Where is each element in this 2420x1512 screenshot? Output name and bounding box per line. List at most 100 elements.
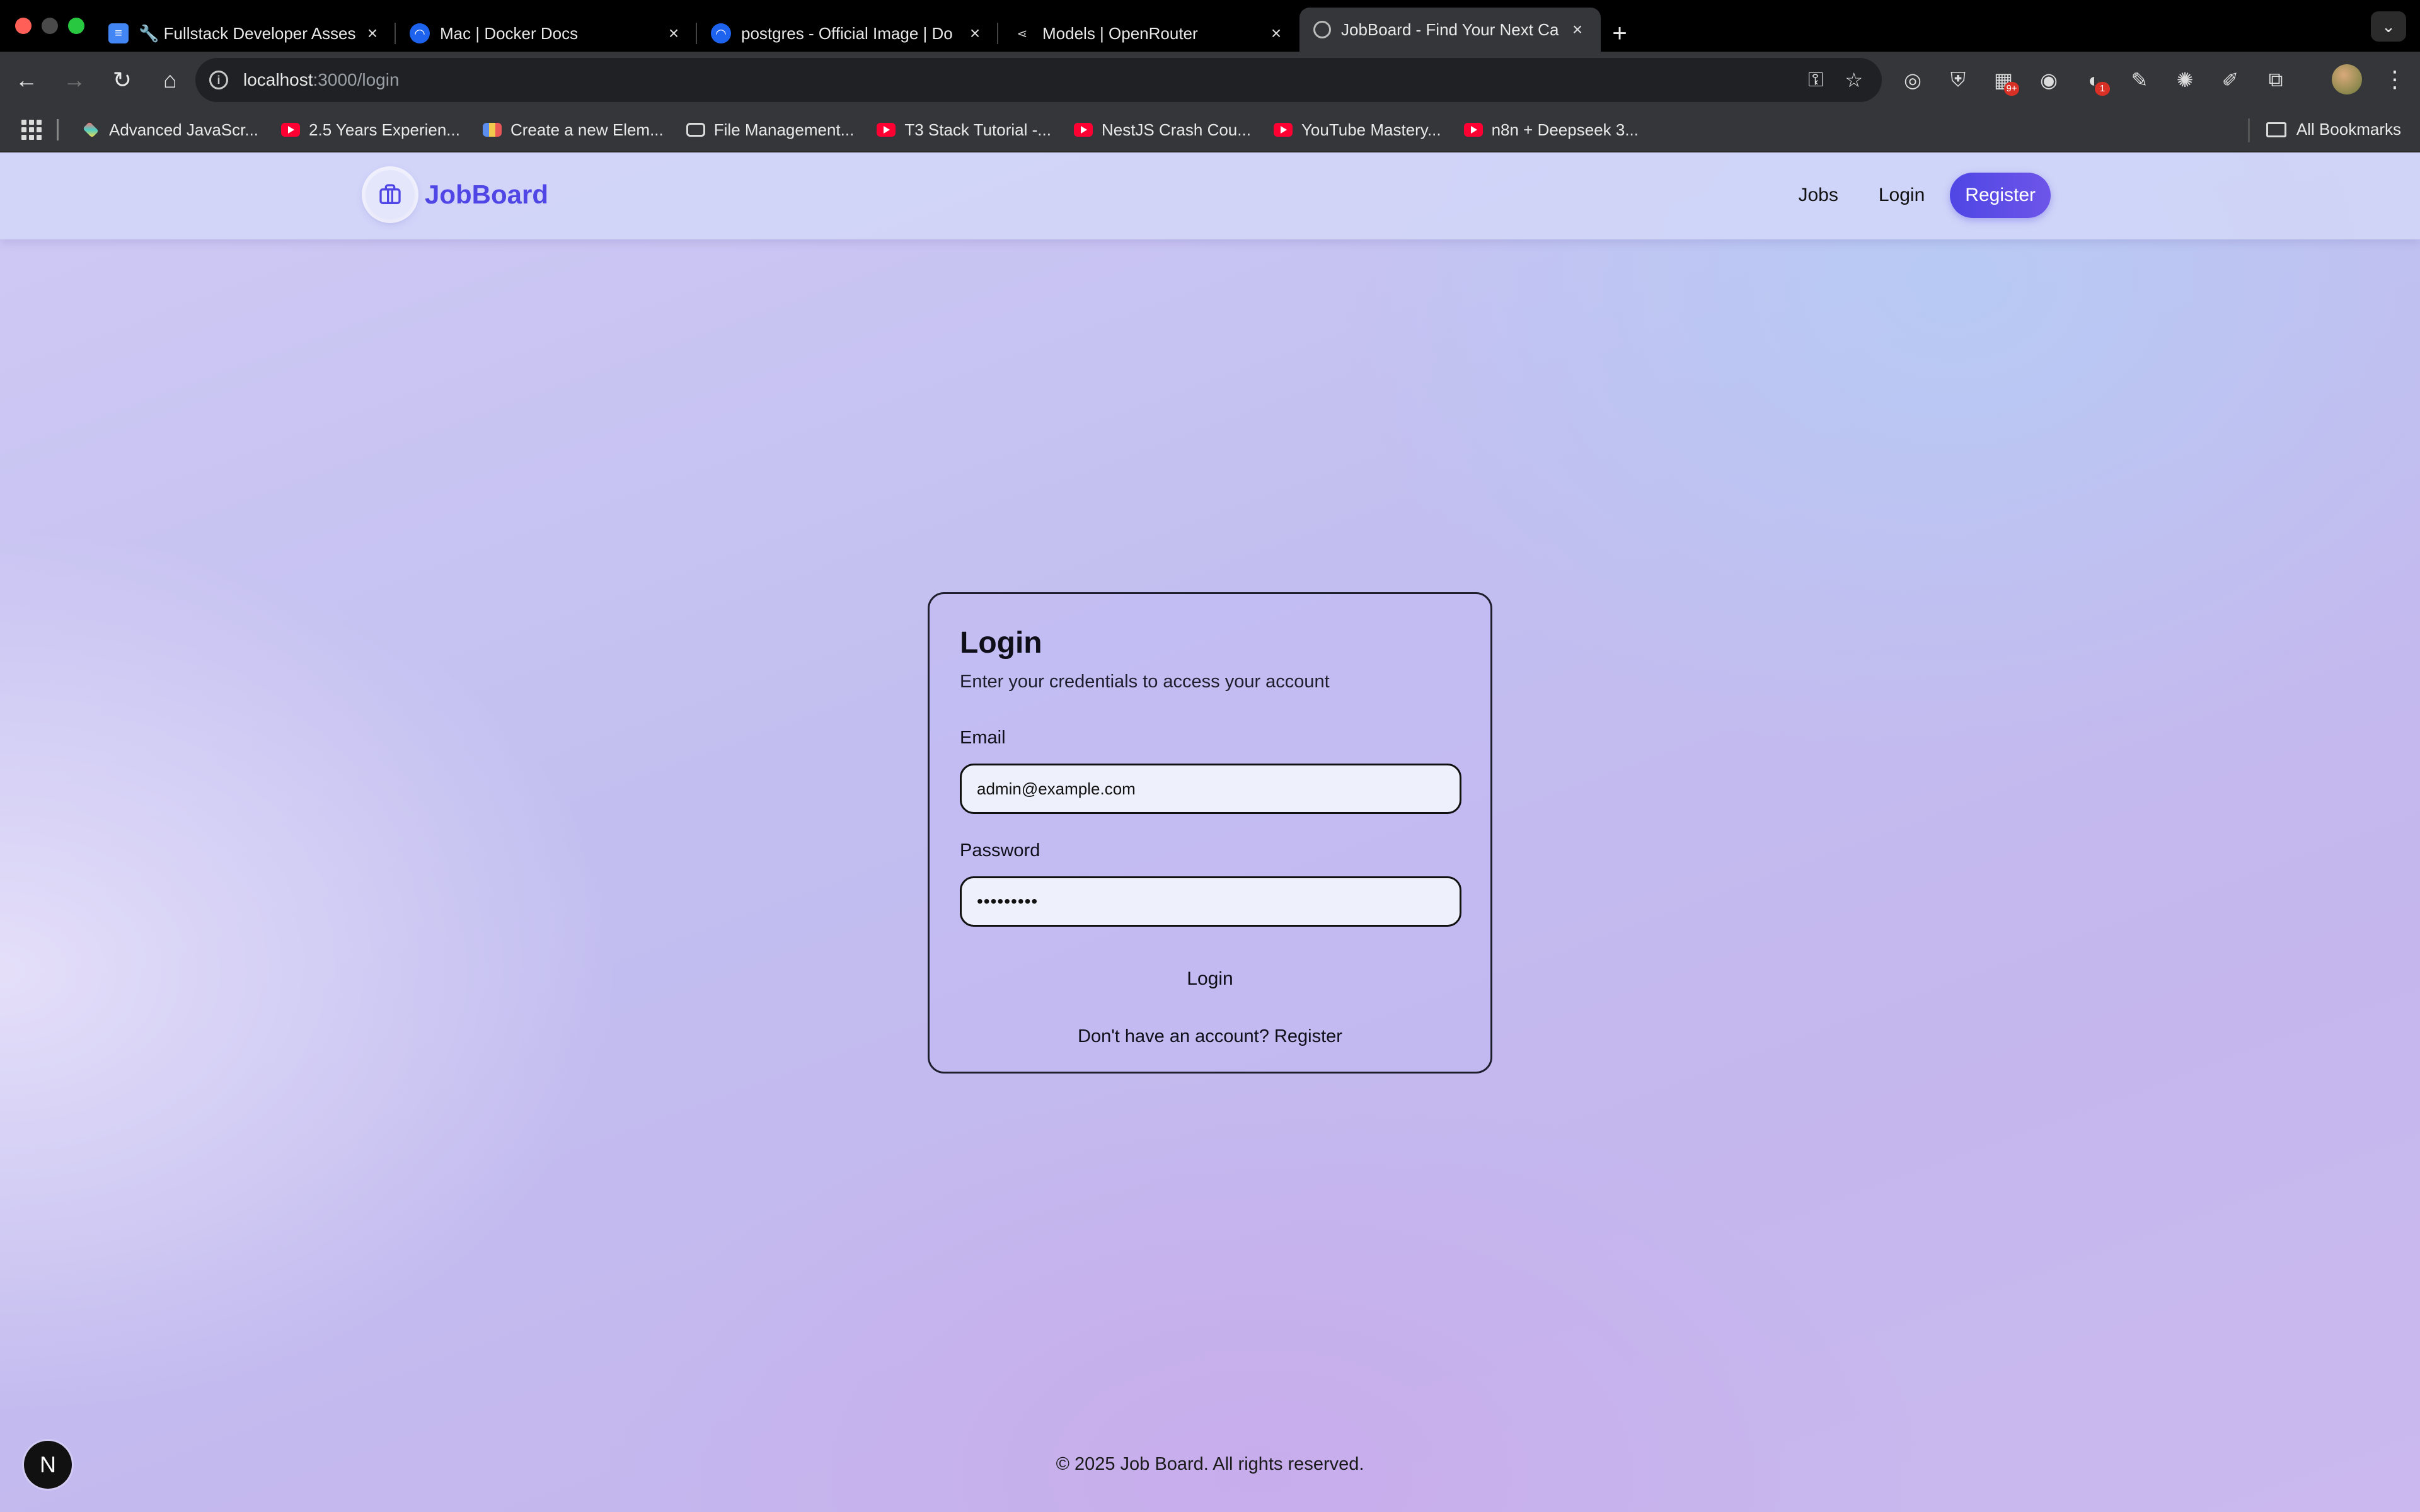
address-bar-actions: ⚿ ☆ bbox=[1808, 68, 1863, 92]
nav-jobs-link[interactable]: Jobs bbox=[1799, 185, 1838, 206]
bookmark-item[interactable]: File Management... bbox=[686, 120, 854, 140]
all-bookmarks-label: All Bookmarks bbox=[2296, 120, 2401, 139]
forward-button[interactable]: → bbox=[53, 59, 96, 101]
bookmark-item[interactable]: Create a new Elem... bbox=[482, 120, 664, 140]
extension-edit-icon[interactable]: ✎ bbox=[2124, 60, 2155, 100]
bookmark-divider bbox=[57, 119, 59, 140]
login-subtitle: Enter your credentials to access your ac… bbox=[960, 672, 1330, 692]
extension-red-circle-icon[interactable]: ◐ 1 bbox=[2078, 60, 2110, 100]
extension-badge: 9+ bbox=[2004, 82, 2019, 96]
page-viewport: JobBoard Jobs Login Register Login Enter… bbox=[0, 152, 2420, 1512]
home-button[interactable]: ⌂ bbox=[149, 59, 192, 101]
youtube-icon bbox=[1273, 123, 1293, 137]
extension-shield-icon[interactable]: ⛨ bbox=[1942, 60, 1974, 100]
back-button[interactable]: ← bbox=[5, 59, 48, 101]
url-host: localhost bbox=[243, 70, 313, 89]
password-key-icon[interactable]: ⚿ bbox=[1808, 68, 1823, 92]
all-bookmarks-button[interactable]: All Bookmarks bbox=[2266, 120, 2401, 139]
tab-list: ≡ 🔧 Fullstack Developer Asses × ◠ Mac | … bbox=[95, 8, 1639, 52]
extension-smile-icon[interactable]: ◉ bbox=[2033, 60, 2065, 100]
new-tab-button[interactable]: + bbox=[1601, 15, 1639, 52]
bookmark-item[interactable]: n8n + Deepseek 3... bbox=[1463, 120, 1639, 140]
url-text[interactable]: localhost:3000/login bbox=[243, 70, 400, 90]
bookmark-label: n8n + Deepseek 3... bbox=[1491, 120, 1639, 139]
bookmark-item[interactable]: NestJS Crash Cou... bbox=[1073, 120, 1251, 140]
extension-badge: 1 bbox=[2095, 82, 2110, 96]
browser-tab[interactable]: ◠ postgres - Official Image | Do × bbox=[697, 15, 998, 52]
youtube-icon bbox=[281, 123, 301, 137]
close-tab-icon[interactable]: × bbox=[363, 24, 382, 43]
youtube-icon bbox=[1073, 123, 1093, 137]
extensions-area: ◎ ⛨ ▦ 9+ ◉ ◐ 1 ✎ ✺ ✐ ⧉ bbox=[1897, 60, 2291, 100]
extensions-puzzle-icon[interactable]: ⧉ bbox=[2260, 60, 2291, 100]
bookmark-divider bbox=[2248, 118, 2250, 142]
tab-title: Mac | Docker Docs bbox=[440, 23, 579, 43]
extension-cookie-icon[interactable]: ✺ bbox=[2169, 60, 2201, 100]
bookmark-star-icon[interactable]: ☆ bbox=[1845, 68, 1863, 92]
browser-tab[interactable]: ≡ 🔧 Fullstack Developer Asses × bbox=[95, 15, 396, 52]
close-tab-icon[interactable]: × bbox=[1267, 24, 1286, 43]
bookmark-item[interactable]: Advanced JavaScr... bbox=[81, 120, 258, 140]
profile-avatar[interactable] bbox=[2332, 64, 2362, 94]
bookmark-item[interactable]: 2.5 Years Experien... bbox=[281, 120, 460, 140]
browser-tab-strip: ≡ 🔧 Fullstack Developer Asses × ◠ Mac | … bbox=[0, 0, 2420, 52]
browser-tab[interactable]: ⋖ Models | OpenRouter × bbox=[998, 15, 1299, 52]
youtube-icon bbox=[1463, 123, 1483, 137]
site-header: JobBoard Jobs Login Register bbox=[0, 152, 2420, 239]
nav-register-button[interactable]: Register bbox=[1950, 173, 2051, 218]
close-tab-icon[interactable]: × bbox=[1568, 20, 1587, 39]
google-docs-icon: ≡ bbox=[108, 23, 129, 43]
window-controls bbox=[15, 18, 84, 34]
close-tab-icon[interactable]: × bbox=[664, 24, 683, 43]
login-card: Login Enter your credentials to access y… bbox=[928, 592, 1492, 1074]
browser-toolbar: ← → ↻ ⌂ i localhost:3000/login ⚿ ☆ ◎ ⛨ ▦… bbox=[0, 52, 2420, 108]
nav-login-link[interactable]: Login bbox=[1879, 185, 1925, 206]
tab-title: JobBoard - Find Your Next Ca bbox=[1341, 20, 1559, 39]
password-label: Password bbox=[960, 840, 1040, 861]
email-field[interactable]: admin@example.com bbox=[960, 764, 1461, 814]
bookmarks-bar: Advanced JavaScr... 2.5 Years Experien..… bbox=[0, 108, 2420, 152]
register-prompt-link[interactable]: Don't have an account? Register bbox=[960, 1026, 1460, 1047]
browser-tab[interactable]: ◠ Mac | Docker Docs × bbox=[396, 15, 697, 52]
login-submit-button[interactable]: Login bbox=[960, 968, 1460, 990]
layers-icon bbox=[83, 122, 99, 138]
apps-grid-icon[interactable] bbox=[21, 120, 42, 140]
zoom-window-button[interactable] bbox=[68, 18, 84, 34]
briefcase-icon bbox=[366, 170, 415, 219]
address-bar[interactable]: i localhost:3000/login ⚿ ☆ bbox=[195, 58, 1882, 102]
tab-title: Models | OpenRouter bbox=[1042, 23, 1198, 43]
bookmark-item[interactable]: YouTube Mastery... bbox=[1273, 120, 1441, 140]
password-field[interactable]: ••••••••• bbox=[960, 876, 1461, 927]
docker-icon: ◠ bbox=[410, 23, 430, 43]
tab-title: postgres - Official Image | Do bbox=[741, 23, 953, 43]
extension-glasses-icon[interactable]: ◎ bbox=[1897, 60, 1928, 100]
tab-title: 🔧 Fullstack Developer Asses bbox=[139, 23, 356, 43]
browser-menu-icon[interactable]: ⋮ bbox=[2382, 62, 2407, 97]
bookmark-item[interactable]: T3 Stack Tutorial -... bbox=[877, 120, 1051, 140]
bookmark-label: 2.5 Years Experien... bbox=[309, 120, 460, 139]
site-info-icon[interactable]: i bbox=[209, 71, 228, 89]
extension-eyedropper-icon[interactable]: ✐ bbox=[2215, 60, 2246, 100]
close-window-button[interactable] bbox=[15, 18, 32, 34]
nextjs-dev-indicator[interactable]: N bbox=[24, 1441, 72, 1489]
folder-icon bbox=[2266, 122, 2286, 137]
extension-calendar-icon[interactable]: ▦ 9+ bbox=[1988, 60, 2019, 100]
bookmark-label: T3 Stack Tutorial -... bbox=[904, 120, 1051, 139]
login-title: Login bbox=[960, 626, 1042, 660]
browser-tab-active[interactable]: JobBoard - Find Your Next Ca × bbox=[1299, 8, 1601, 52]
bookmark-label: YouTube Mastery... bbox=[1301, 120, 1441, 139]
bookmark-label: Create a new Elem... bbox=[510, 120, 664, 139]
youtube-icon bbox=[877, 123, 896, 137]
brand-name: JobBoard bbox=[425, 180, 549, 209]
brand-link[interactable]: JobBoard bbox=[366, 170, 548, 219]
tab-search-button[interactable]: ⌄ bbox=[2371, 11, 2406, 42]
docker-icon: ◠ bbox=[711, 23, 731, 43]
url-path: :3000/login bbox=[313, 70, 400, 89]
bookmark-label: NestJS Crash Cou... bbox=[1101, 120, 1251, 139]
minimize-window-button[interactable] bbox=[42, 18, 58, 34]
close-tab-icon[interactable]: × bbox=[965, 24, 984, 43]
site-footer: © 2025 Job Board. All rights reserved. bbox=[1056, 1454, 1364, 1474]
globe-icon bbox=[1313, 21, 1331, 38]
reload-button[interactable]: ↻ bbox=[101, 59, 144, 101]
multicolor-icon bbox=[482, 123, 502, 137]
